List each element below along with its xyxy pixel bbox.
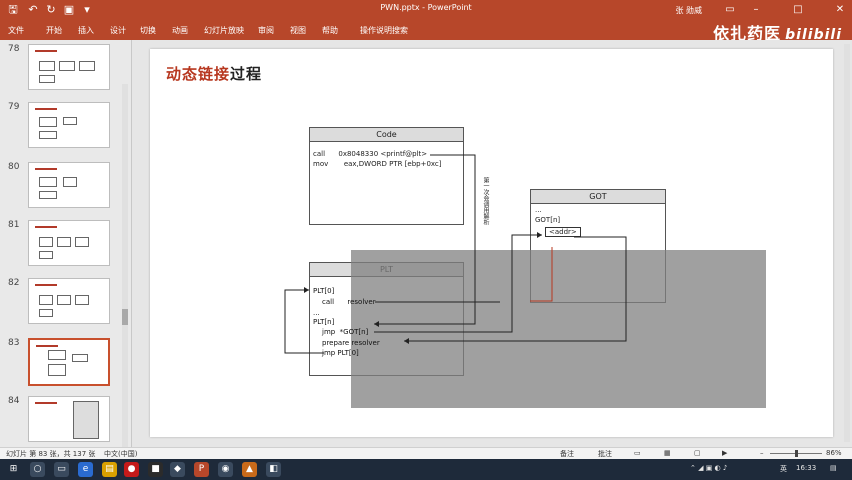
tab-slideshow[interactable]: 幻灯片放映 — [204, 25, 244, 36]
slide-thumbnail-84[interactable] — [28, 396, 110, 442]
slide-thumbnail-83[interactable] — [28, 338, 110, 386]
taskview-icon[interactable]: ▭ — [54, 462, 69, 477]
reading-view-icon[interactable]: ▢ — [694, 449, 701, 457]
plt-line-0: PLT[0] — [313, 287, 335, 295]
windows-taskbar: ⊞ ○ ▭ e ▤ ● ■ ◆ P ◉ ▲ ◧ ⌃ ◢ ▣ ◐ ♪ 英 16:3… — [0, 459, 852, 480]
app-icon-1[interactable]: ◉ — [218, 462, 233, 477]
slide-thumbnail-82[interactable] — [28, 278, 110, 324]
zoom-out-icon[interactable]: – — [760, 449, 764, 457]
powerpoint-window: 🖫 ↶ ↻ ▣ ▾ PWN.pptx - PowerPoint 张 勋威 ▭ –… — [0, 0, 852, 480]
plt-line-prepare: prepare resolver — [322, 339, 380, 347]
tab-animations[interactable]: 动画 — [172, 25, 188, 36]
tab-view[interactable]: 视图 — [290, 25, 306, 36]
maximize-icon[interactable]: □ — [790, 2, 806, 18]
input-language[interactable]: 英 — [780, 464, 787, 474]
canvas-scrollbar[interactable] — [844, 44, 850, 442]
search-icon[interactable]: ○ — [30, 462, 45, 477]
slide-thumbnail-80[interactable] — [28, 162, 110, 208]
plt-line-ellipsis: ... — [313, 309, 320, 317]
code-box-header: Code — [310, 128, 463, 142]
start-icon[interactable]: ⊞ — [6, 462, 21, 477]
plt-line-jmp-got: jmp *GOT[n] — [322, 328, 369, 336]
zoom-level[interactable]: 86% — [826, 449, 842, 457]
code-line-call: call 0x8048330 <printf@plt> — [313, 150, 428, 158]
code-line-mov: mov eax,DWORD PTR [ebp+0xc] — [313, 160, 442, 168]
slide-editing-area: 动态链接过程 Code call 0x8048330 <printf@plt> … — [133, 40, 852, 447]
thumb-number: 80 — [8, 162, 20, 172]
explorer-icon[interactable]: ▤ — [102, 462, 117, 477]
sorter-view-icon[interactable]: ▦ — [664, 449, 671, 457]
status-bar: 幻灯片 第 83 张，共 137 张 中文(中国) 备注 批注 ▭ ▦ ▢ ▶ … — [0, 447, 852, 459]
tab-transitions[interactable]: 切换 — [140, 25, 156, 36]
slide-thumbnail-pane: 78 79 80 81 82 83 84 — [0, 40, 132, 480]
zoom-slider-handle[interactable] — [795, 450, 798, 457]
slide-title-red: 动态链接 — [166, 65, 231, 83]
user-name[interactable]: 张 勋威 — [675, 5, 702, 16]
got-line-entry: GOT[n] — [535, 216, 561, 224]
clock[interactable]: 16:33 — [796, 464, 816, 472]
app-icon-dark[interactable]: ■ — [148, 462, 163, 477]
thumb-number: 83 — [8, 338, 20, 348]
slide-title-dark: 过程 — [230, 65, 263, 83]
got-box-header: GOT — [531, 190, 665, 204]
normal-view-icon[interactable]: ▭ — [634, 449, 641, 457]
thumb-number: 82 — [8, 278, 20, 288]
thumb-number: 78 — [8, 44, 20, 54]
plt-line-n: PLT[n] — [313, 318, 335, 326]
got-line-addr: <addr> — [545, 227, 581, 237]
edge-icon[interactable]: e — [78, 462, 93, 477]
title-bar: 🖫 ↶ ↻ ▣ ▾ PWN.pptx - PowerPoint 张 勋威 ▭ –… — [0, 0, 852, 20]
slide-title: 动态链接过程 — [166, 63, 262, 84]
slideshow-view-icon[interactable]: ▶ — [722, 449, 727, 457]
app-icon-red[interactable]: ● — [124, 462, 139, 477]
code-box: Code call 0x8048330 <printf@plt> mov eax… — [309, 127, 464, 225]
tab-insert[interactable]: 插入 — [78, 25, 94, 36]
thumb-number: 84 — [8, 396, 20, 406]
thumb-number: 81 — [8, 220, 20, 230]
first-call-note: 第一次会调用解析 — [482, 177, 489, 225]
tab-home[interactable]: 开始 — [46, 25, 62, 36]
minimize-icon[interactable]: – — [748, 2, 764, 18]
tray-icons[interactable]: ⌃ ◢ ▣ ◐ ♪ — [690, 464, 727, 472]
slide-thumbnail-79[interactable] — [28, 102, 110, 148]
plt-line-jmp-plt: jmp PLT[0] — [322, 349, 359, 357]
slide-thumbnail-81[interactable] — [28, 220, 110, 266]
slide-counter: 幻灯片 第 83 张，共 137 张 — [6, 450, 96, 458]
tab-help[interactable]: 帮助 — [322, 25, 338, 36]
current-slide[interactable]: 动态链接过程 Code call 0x8048330 <printf@plt> … — [150, 49, 833, 437]
close-icon[interactable]: ✕ — [832, 2, 848, 18]
plt-line-call: call resolver — [322, 298, 376, 306]
tab-file[interactable]: 文件 — [8, 25, 24, 36]
comments-button[interactable]: 批注 — [598, 449, 612, 459]
ribbon-options-icon[interactable]: ▭ — [722, 2, 738, 18]
notes-button[interactable]: 备注 — [560, 449, 574, 459]
thumbnail-scrollbar[interactable] — [122, 84, 128, 480]
notification-icon[interactable]: ▤ — [830, 464, 837, 472]
tab-design[interactable]: 设计 — [110, 25, 126, 36]
tell-me-search[interactable]: 操作说明搜索 — [360, 25, 408, 36]
gray-overlay-shape[interactable] — [351, 250, 766, 408]
app-icon-3[interactable]: ◧ — [266, 462, 281, 477]
language-indicator[interactable]: 中文(中国) — [104, 449, 137, 459]
thumb-number: 79 — [8, 102, 20, 112]
slide-thumbnail-78[interactable] — [28, 44, 110, 90]
got-line-ellipsis: ... — [535, 206, 542, 214]
app-icon-gray[interactable]: ◆ — [170, 462, 185, 477]
app-icon-2[interactable]: ▲ — [242, 462, 257, 477]
tab-review[interactable]: 审阅 — [258, 25, 274, 36]
powerpoint-taskbar-icon[interactable]: P — [194, 462, 209, 477]
